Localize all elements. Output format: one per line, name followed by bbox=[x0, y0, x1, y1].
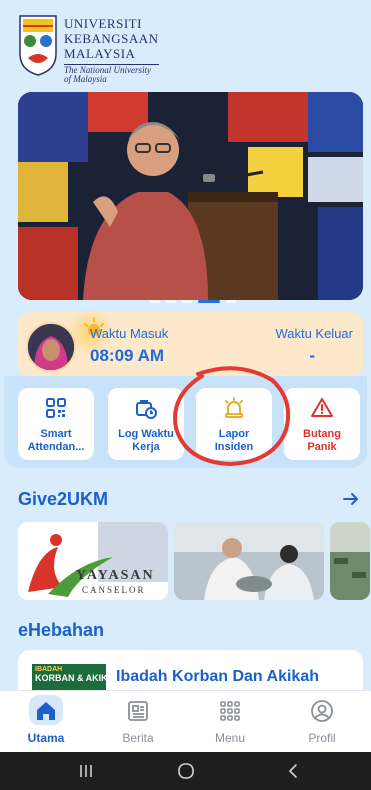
home-button-icon[interactable] bbox=[177, 762, 195, 780]
ehebahan-title: eHebahan bbox=[18, 620, 105, 640]
news-thumbnail-line-2: KORBAN & AKIKA bbox=[35, 673, 106, 683]
dental-clinic-image bbox=[174, 522, 324, 600]
work-log-icon bbox=[136, 400, 157, 419]
profile-icon bbox=[311, 700, 333, 722]
carousel-dot[interactable] bbox=[166, 300, 176, 303]
carousel-indicator bbox=[150, 300, 240, 306]
give2ukm-title: Give2UKM bbox=[18, 489, 109, 509]
nav-item-profil[interactable]: Profil bbox=[276, 691, 368, 753]
warning-icon bbox=[311, 398, 333, 417]
smart-attendance-button[interactable]: Smart Attendan... bbox=[18, 388, 94, 460]
recent-apps-icon[interactable] bbox=[78, 764, 94, 778]
banner-carousel[interactable] bbox=[18, 92, 363, 300]
yayasan-caption: YAYASAN bbox=[76, 568, 155, 583]
give2ukm-card-partial[interactable] bbox=[330, 522, 370, 600]
time-out-label: Waktu Keluar bbox=[275, 326, 353, 341]
give2ukm-carousel: YAYASAN CANSELOR bbox=[18, 522, 370, 600]
nav-label-utama: Utama bbox=[27, 731, 65, 745]
menu-grid-icon bbox=[220, 701, 240, 721]
carousel-dot[interactable] bbox=[226, 300, 236, 303]
time-in-value: 08:09 AM bbox=[90, 346, 165, 365]
news-thumbnail-line-1: IBADAH bbox=[35, 666, 63, 673]
banner-image bbox=[18, 92, 363, 300]
university-line-1: UNIVERSITI bbox=[64, 16, 142, 31]
home-icon bbox=[37, 702, 55, 720]
smart-attendance-label: Smart Attendan... bbox=[27, 428, 85, 453]
nav-label-profil: Profil bbox=[308, 731, 336, 745]
carousel-dot[interactable] bbox=[182, 300, 192, 303]
nav-item-menu[interactable]: Menu bbox=[184, 691, 276, 753]
university-english-2: of Malaysia bbox=[64, 74, 107, 84]
university-name: UNIVERSITI KEBANGSAAN MALAYSIA The Natio… bbox=[64, 16, 159, 84]
give2ukm-card-image bbox=[330, 522, 370, 600]
ukm-logo: UNIVERSITI KEBANGSAAN MALAYSIA The Natio… bbox=[18, 14, 159, 84]
annotation-circle bbox=[173, 366, 291, 467]
nav-item-utama[interactable]: Utama bbox=[0, 691, 92, 753]
ukm-crest-icon bbox=[19, 15, 57, 76]
nav-label-menu: Menu bbox=[214, 731, 246, 745]
give2ukm-card-dental[interactable] bbox=[174, 522, 324, 600]
news-icon bbox=[128, 701, 148, 721]
carousel-dot-active[interactable] bbox=[198, 300, 220, 303]
university-line-2: KEBANGSAAN bbox=[64, 31, 159, 46]
time-in-label: Waktu Masuk bbox=[90, 326, 169, 341]
give2ukm-card-yayasan[interactable]: YAYASAN CANSELOR bbox=[18, 522, 168, 600]
arrow-right-icon[interactable] bbox=[342, 490, 360, 508]
qr-scan-icon bbox=[46, 398, 66, 418]
bottom-nav: Utama Berita Menu Profil bbox=[0, 690, 371, 753]
system-nav-bar bbox=[0, 752, 371, 790]
back-icon[interactable] bbox=[286, 763, 300, 779]
canselor-caption: CANSELOR bbox=[82, 585, 146, 595]
university-line-3: MALAYSIA bbox=[64, 46, 136, 61]
carousel-dot[interactable] bbox=[150, 300, 160, 303]
nav-item-berita[interactable]: Berita bbox=[92, 691, 184, 753]
nav-label-berita: Berita bbox=[122, 731, 154, 745]
avatar[interactable] bbox=[26, 322, 76, 372]
time-out-value: - bbox=[309, 346, 315, 365]
news-item-title: Ibadah Korban Dan Akikah bbox=[116, 668, 319, 685]
